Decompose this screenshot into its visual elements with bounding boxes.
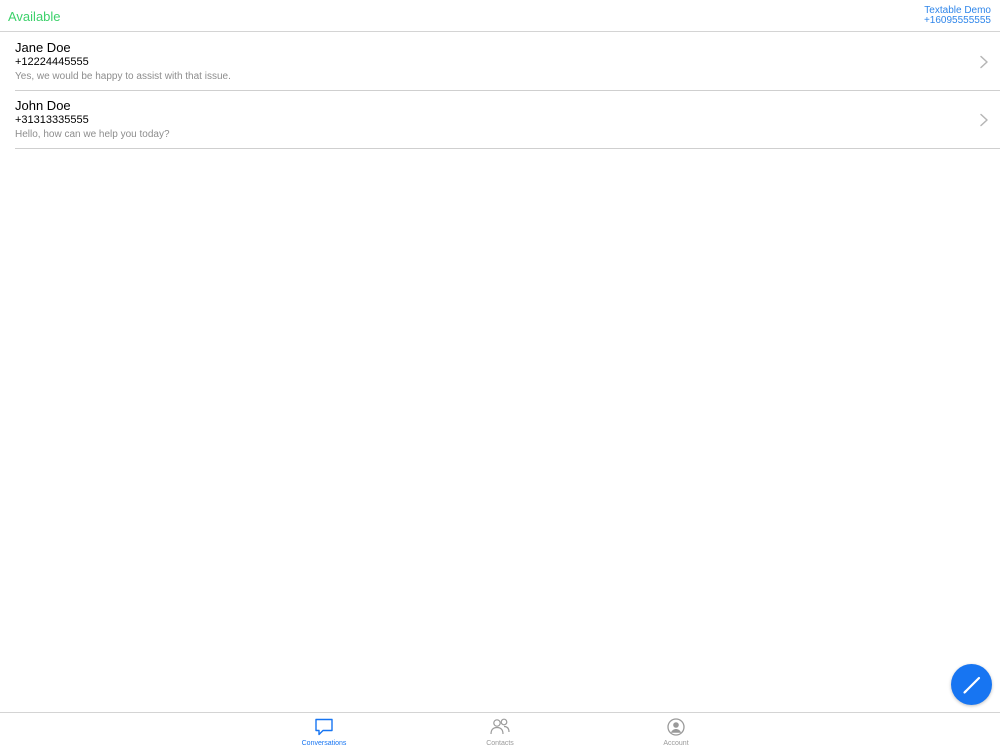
chevron-right-icon — [980, 55, 988, 69]
tab-label: Conversations — [301, 740, 347, 747]
account-info[interactable]: Textable Demo +16095555555 — [924, 6, 991, 26]
contact-name: John Doe — [15, 98, 71, 113]
top-bar: Available Textable Demo +16095555555 — [0, 0, 1000, 32]
compose-pencil-icon — [962, 676, 980, 694]
tab-label: Account — [663, 740, 689, 747]
conversation-row[interactable]: Jane Doe +12224445555 Yes, we would be h… — [15, 33, 1000, 91]
contact-phone: +12224445555 — [15, 56, 89, 68]
chat-bubble-icon — [315, 718, 333, 736]
tab-contacts[interactable]: Contacts — [450, 713, 550, 750]
availability-status[interactable]: Available — [8, 9, 61, 24]
tab-account[interactable]: Account — [626, 713, 726, 750]
new-conversation-button[interactable] — [951, 664, 992, 705]
account-number: +16095555555 — [923, 15, 991, 26]
contacts-icon — [490, 718, 510, 735]
conversation-list: Jane Doe +12224445555 Yes, we would be h… — [15, 33, 1000, 149]
contact-phone: +31313335555 — [15, 114, 89, 126]
tab-bar: Conversations Contacts Account — [0, 712, 1000, 750]
account-icon — [667, 718, 685, 736]
tab-label: Contacts — [486, 740, 514, 747]
message-preview: Hello, how can we help you today? — [15, 129, 170, 140]
tab-conversations[interactable]: Conversations — [274, 713, 374, 750]
conversation-row[interactable]: John Doe +31313335555 Hello, how can we … — [15, 91, 1000, 149]
chevron-right-icon — [980, 113, 988, 127]
contact-name: Jane Doe — [15, 40, 71, 55]
message-preview: Yes, we would be happy to assist with th… — [15, 71, 231, 82]
